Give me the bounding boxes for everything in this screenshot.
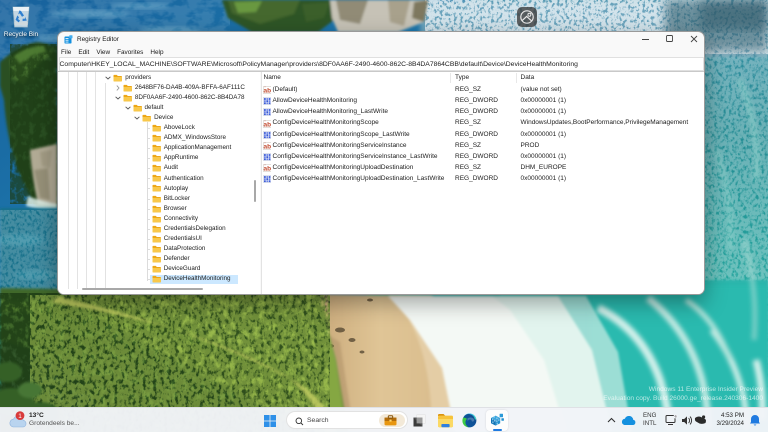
svg-text:1: 1 (18, 413, 22, 420)
